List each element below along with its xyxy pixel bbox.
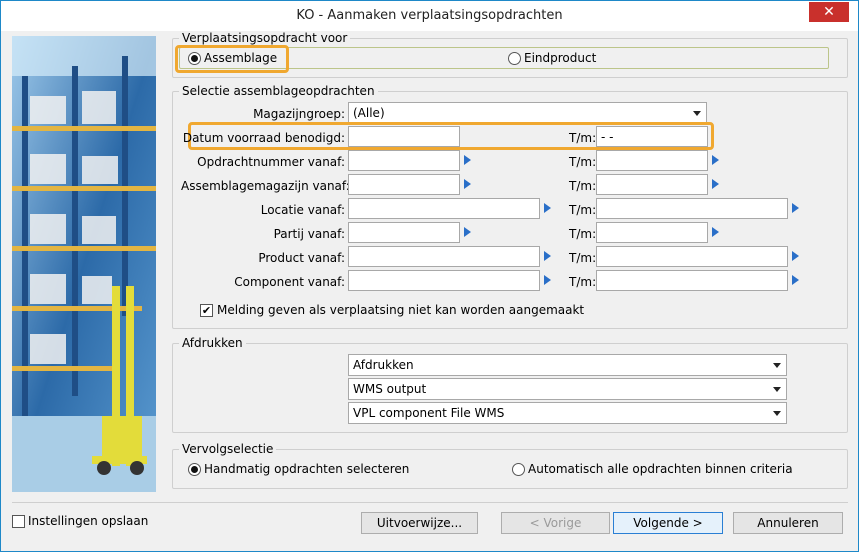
save-settings-label[interactable]: Instellingen opslaan (28, 514, 148, 528)
automatisch-radio[interactable] (512, 463, 525, 476)
cancel-button[interactable]: Annuleren (733, 512, 843, 534)
wms-output-value: WMS output (353, 382, 427, 396)
magazijngroep-value: (Alle) (353, 106, 385, 120)
locatie-from-lookup-icon[interactable] (544, 203, 551, 213)
assemblagemagazijn-from-lookup-icon[interactable] (464, 179, 471, 189)
chevron-down-icon (773, 411, 781, 416)
partij-to-input[interactable] (596, 222, 708, 243)
afdrukken-group-legend: Afdrukken (179, 336, 246, 350)
product-to-input[interactable] (596, 246, 788, 267)
opdrachtnummer-to-input[interactable] (596, 150, 708, 171)
component-from-lookup-icon[interactable] (544, 275, 551, 285)
automatisch-label[interactable]: Automatisch alle opdrachten binnen crite… (528, 462, 793, 476)
component-to-lookup-icon[interactable] (792, 275, 799, 285)
partij-to-lookup-icon[interactable] (712, 227, 719, 237)
component-label: Component vanaf: (234, 275, 345, 289)
locatie-to-lookup-icon[interactable] (792, 203, 799, 213)
datum-to-input[interactable]: - - (596, 126, 708, 147)
opdrachtnummer-from-input[interactable] (348, 150, 460, 171)
product-tm-label: T/m: (569, 251, 597, 265)
component-to-input[interactable] (596, 270, 788, 291)
product-label: Product vanaf: (258, 251, 345, 265)
melding-label[interactable]: Melding geven als verplaatsing niet kan … (217, 303, 584, 317)
opdrachtnummer-to-lookup-icon[interactable] (712, 155, 719, 165)
uitvoerwijze-button[interactable]: Uitvoerwijze... (361, 512, 478, 534)
magazijngroep-dropdown[interactable]: (Alle) (348, 102, 707, 124)
datum-label: Datum voorraad benodigd: (182, 131, 345, 145)
product-from-input[interactable] (348, 246, 540, 267)
partij-from-input[interactable] (348, 222, 460, 243)
locatie-to-input[interactable] (596, 198, 788, 219)
opdrachtnummer-tm-label: T/m: (569, 155, 597, 169)
component-from-input[interactable] (348, 270, 540, 291)
afdrukken-dropdown[interactable]: Afdrukken (348, 354, 787, 376)
vpl-component-value: VPL component File WMS (353, 406, 505, 420)
assemblagemagazijn-to-input[interactable] (596, 174, 708, 195)
chevron-down-icon (773, 387, 781, 392)
next-button[interactable]: Volgende > (613, 512, 723, 534)
vpl-component-dropdown[interactable]: VPL component File WMS (348, 402, 787, 424)
locatie-label: Locatie vanaf: (260, 203, 345, 217)
product-from-lookup-icon[interactable] (544, 251, 551, 261)
save-settings-checkbox[interactable] (12, 515, 25, 528)
eindproduct-radio[interactable] (508, 52, 521, 65)
handmatig-label[interactable]: Handmatig opdrachten selecteren (204, 462, 409, 476)
opdrachtnummer-label: Opdrachtnummer vanaf: (197, 155, 345, 169)
partij-tm-label: T/m: (569, 227, 597, 241)
selectie-group-legend: Selectie assemblageopdrachten (179, 84, 378, 98)
datum-tm-label: T/m: (569, 131, 597, 145)
partij-label: Partij vanaf: (273, 227, 345, 241)
product-to-lookup-icon[interactable] (792, 251, 799, 261)
assemblagemagazijn-tm-label: T/m: (569, 179, 597, 193)
window-title: KO - Aanmaken verplaatsingsopdrachten (296, 8, 563, 23)
handmatig-radio[interactable] (188, 463, 201, 476)
vervolg-group-legend: Vervolgselectie (179, 442, 277, 456)
previous-button[interactable]: < Vorige (501, 512, 610, 534)
eindproduct-label[interactable]: Eindproduct (524, 51, 596, 65)
partij-from-lookup-icon[interactable] (464, 227, 471, 237)
type-group-legend: Verplaatsingsopdracht voor (179, 31, 351, 45)
title-bar[interactable]: KO - Aanmaken verplaatsingsopdrachten ✕ (1, 1, 858, 31)
assemblage-radio[interactable] (188, 52, 201, 65)
assemblage-label[interactable]: Assemblage (204, 51, 277, 65)
footer-divider (12, 502, 848, 503)
melding-checkbox[interactable]: ✔ (200, 304, 213, 317)
assemblagemagazijn-label: Assemblagemagazijn vanaf: (181, 179, 350, 193)
chevron-down-icon (773, 363, 781, 368)
assemblagemagazijn-from-input[interactable] (348, 174, 460, 195)
datum-from-input[interactable] (348, 126, 460, 147)
locatie-from-input[interactable] (348, 198, 540, 219)
afdrukken-value: Afdrukken (353, 358, 414, 372)
chevron-down-icon (693, 111, 701, 116)
assemblagemagazijn-to-lookup-icon[interactable] (712, 179, 719, 189)
magazijngroep-label: Magazijngroep: (253, 107, 345, 121)
locatie-tm-label: T/m: (569, 203, 597, 217)
component-tm-label: T/m: (569, 275, 597, 289)
wms-output-dropdown[interactable]: WMS output (348, 378, 787, 400)
close-button[interactable]: ✕ (809, 2, 849, 22)
warehouse-image (12, 36, 156, 492)
dialog-window: KO - Aanmaken verplaatsingsopdrachten ✕ (0, 0, 859, 552)
opdrachtnummer-from-lookup-icon[interactable] (464, 155, 471, 165)
